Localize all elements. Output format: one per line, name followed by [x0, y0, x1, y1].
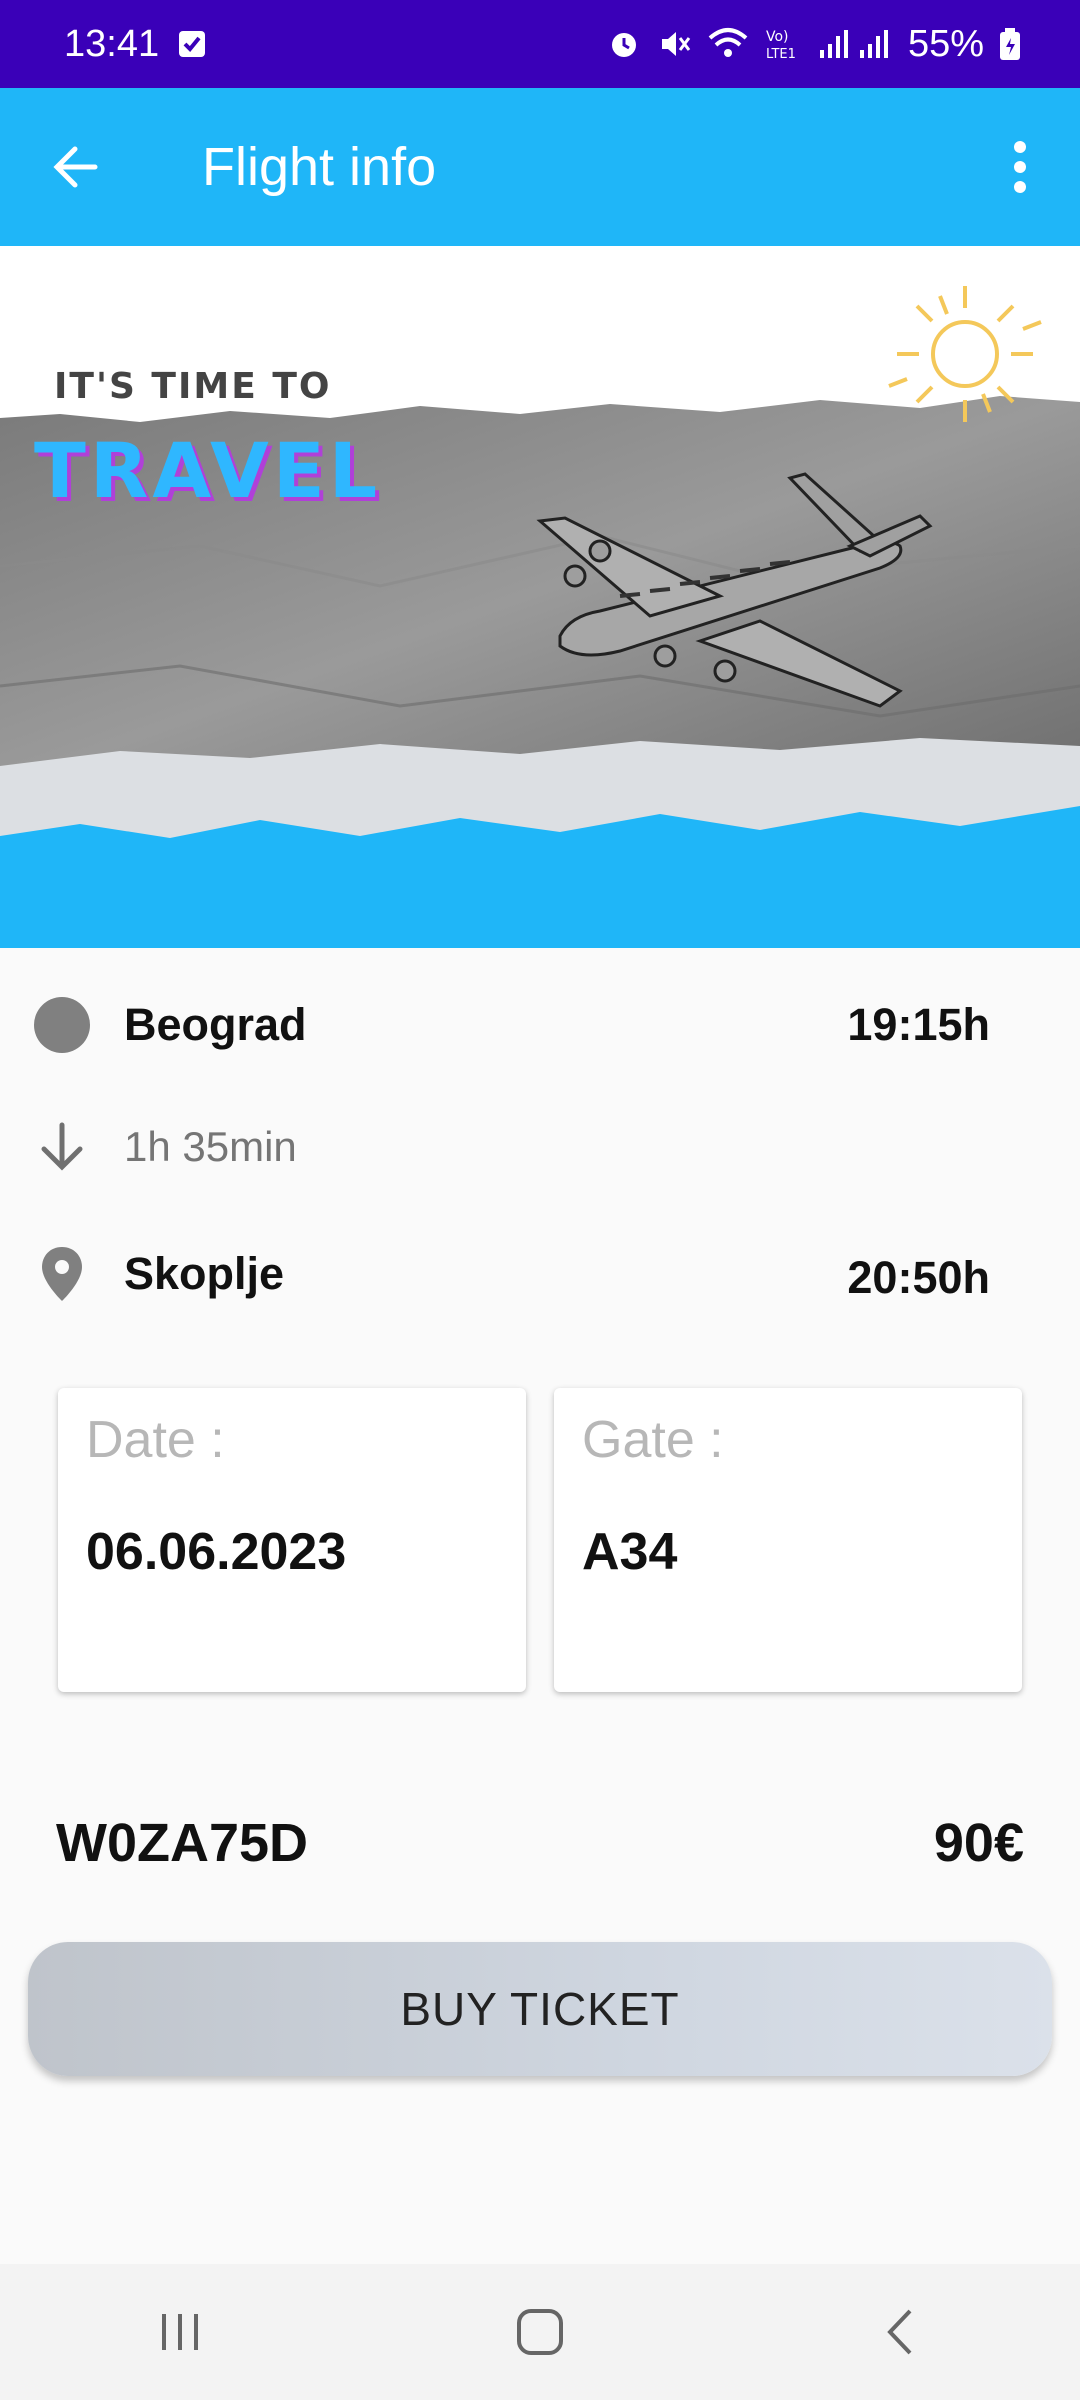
- arrival-time: 20:50h: [847, 1252, 990, 1303]
- travel-banner: IT'S TIME TO TRAVEL: [0, 246, 1080, 948]
- page-title: Flight info: [202, 137, 437, 197]
- battery-percent: 55%: [907, 22, 984, 65]
- banner-illustration: [0, 246, 1080, 948]
- volte-icon: Vo) LTE1: [764, 26, 804, 62]
- flight-duration: 1h 35min: [124, 1123, 297, 1170]
- more-options-button[interactable]: [960, 88, 1080, 246]
- recent-apps-button[interactable]: [120, 2282, 240, 2382]
- battery-icon: [998, 26, 1022, 62]
- flight-code: W0ZA75D: [56, 1813, 309, 1873]
- gate-card: Gate : A34: [554, 1388, 1022, 1692]
- origin-dot-icon: [0, 996, 124, 1054]
- signal-icon: [818, 26, 894, 62]
- wifi-icon: [706, 26, 750, 62]
- status-bar: 13:41 Vo) LTE1 55%: [0, 0, 1080, 88]
- duration-row: 1h 35min: [0, 1112, 1080, 1182]
- origin-city: Beograd: [124, 999, 307, 1050]
- destination-city: Skoplje: [124, 1248, 285, 1299]
- departure-time: 19:15h: [847, 999, 990, 1050]
- back-button[interactable]: [0, 88, 150, 246]
- gate-value: A34: [582, 1523, 678, 1581]
- arrow-down-icon: [0, 1121, 124, 1173]
- banner-headline: TRAVEL: [34, 426, 382, 515]
- location-pin-icon: [0, 1245, 124, 1303]
- date-value: 06.06.2023: [86, 1523, 347, 1581]
- arrow-back-icon: [53, 146, 98, 188]
- svg-text:Vo): Vo): [766, 29, 789, 45]
- date-label: Date :: [86, 1411, 225, 1469]
- date-card: Date : 06.06.2023: [58, 1388, 526, 1692]
- destination-row: Skoplje 20:50h: [0, 1236, 1080, 1312]
- app-bar: Flight info: [0, 88, 1080, 246]
- alarm-icon: [606, 26, 642, 62]
- banner-tagline: IT'S TIME TO: [54, 366, 332, 407]
- check-notification-icon: [177, 29, 207, 59]
- system-nav-bar: [0, 2264, 1080, 2400]
- origin-row: Beograd 19:15h: [0, 990, 1080, 1060]
- svg-text:LTE1: LTE1: [766, 47, 796, 62]
- mute-icon: [656, 26, 692, 62]
- status-right: Vo) LTE1 55%: [606, 23, 1022, 66]
- recent-apps-icon: [162, 2314, 198, 2350]
- status-left: 13:41: [64, 23, 207, 66]
- chevron-left-icon: [887, 2309, 912, 2355]
- status-time: 13:41: [64, 22, 160, 65]
- home-icon: [517, 2309, 563, 2355]
- back-nav-button[interactable]: [840, 2282, 960, 2382]
- home-button[interactable]: [480, 2282, 600, 2382]
- buy-ticket-button[interactable]: BUY TICKET: [28, 1942, 1052, 2076]
- gate-label: Gate :: [582, 1411, 724, 1469]
- more-vert-icon: [1014, 141, 1026, 193]
- ticket-price: 90€: [933, 1813, 1024, 1873]
